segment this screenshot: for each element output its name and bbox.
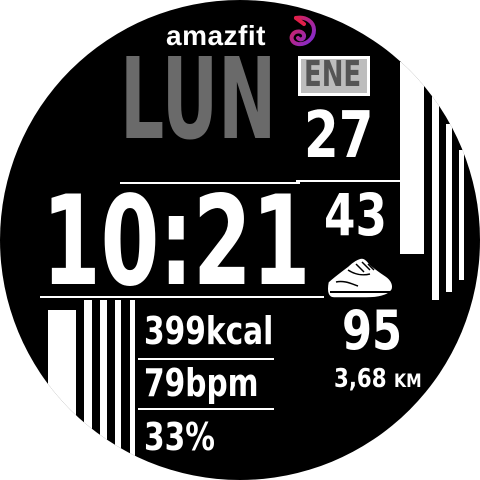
weekday-label: LUN [120,35,277,165]
calories-value: 399kcal [144,309,274,353]
time-hours-minutes: 10:21 [42,170,311,314]
month-label: ENE [304,54,362,95]
stripe-left-3 [100,300,107,480]
distance-readout: 3,68 KM [334,366,422,392]
time-seconds: 43 [324,181,387,249]
stripe-left-1 [48,310,76,480]
sneaker-icon [326,257,394,299]
distance-unit: KM [394,370,422,392]
stripe-right-4 [459,150,464,280]
stripe-right-1 [400,62,424,254]
divider-stat-2 [138,408,274,410]
divider-stat-1 [138,358,274,360]
distance-value: 3,68 [334,364,387,394]
watch-face: amazfit LUN ENE 27 10:21 43 95 3,68 KM 3… [0,0,480,480]
stripe-right-2 [432,94,439,300]
stripe-left-4 [115,300,121,480]
stripe-left-5 [130,300,135,480]
day-number: 27 [304,99,374,173]
battery-value: 33% [144,415,215,459]
steps-count: 95 [342,299,403,362]
stripe-right-3 [446,124,452,292]
stripe-left-2 [84,300,92,480]
divider-time-bottom [40,296,324,298]
amazfit-logo-icon [289,15,317,47]
heart-rate-value: 79bpm [144,361,259,405]
